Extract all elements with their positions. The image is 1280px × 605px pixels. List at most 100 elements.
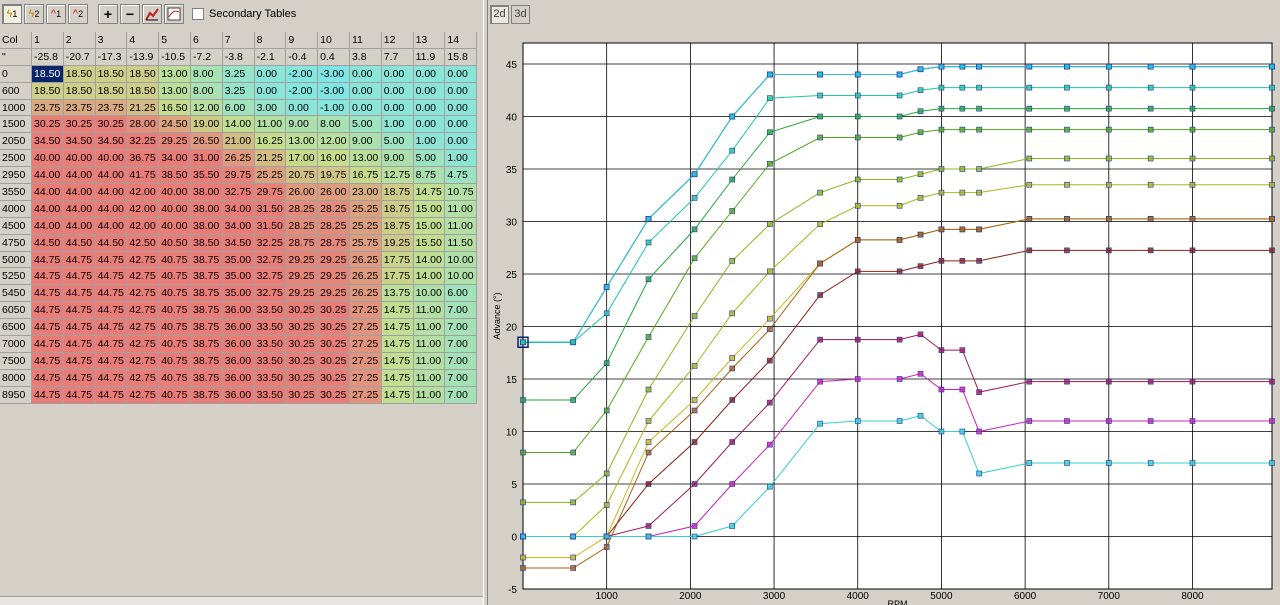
table-cell[interactable]: 11.00 <box>413 352 446 370</box>
table-cell[interactable]: 44.75 <box>95 336 128 353</box>
table-cell[interactable]: 23.00 <box>349 184 382 201</box>
table-cell[interactable]: 14.00 <box>222 116 255 134</box>
table-cell[interactable]: 25.25 <box>349 217 382 235</box>
row-header[interactable]: 0 <box>0 65 32 83</box>
table-cell[interactable]: 42.00 <box>127 184 160 201</box>
table-cell[interactable]: 33.50 <box>254 302 287 320</box>
table-cell[interactable]: 42.75 <box>127 268 160 286</box>
column-header[interactable]: 6 <box>190 32 223 49</box>
table-cell[interactable]: 29.25 <box>286 251 319 269</box>
table-cell[interactable]: 29.75 <box>222 167 255 185</box>
table-cell[interactable]: 19.25 <box>381 234 414 252</box>
table-cell[interactable]: 36.00 <box>222 369 255 387</box>
table-cell[interactable]: 36.75 <box>127 150 160 168</box>
column-header[interactable]: 8 <box>254 32 287 49</box>
remove-button[interactable]: − <box>120 4 140 24</box>
table-cell[interactable]: 7.00 <box>445 319 478 337</box>
table-cell[interactable]: 14.00 <box>413 251 446 269</box>
table-cell[interactable]: 44.75 <box>32 386 64 404</box>
table-cell[interactable]: 34.50 <box>32 133 64 151</box>
row-header[interactable]: 5000 <box>0 251 32 269</box>
table-cell[interactable]: 40.75 <box>159 386 191 404</box>
table-cell[interactable]: 26.50 <box>190 133 223 151</box>
table-cell[interactable]: 18.75 <box>381 184 414 201</box>
table-cell[interactable]: 44.00 <box>63 200 96 218</box>
table-cell[interactable]: 44.50 <box>32 234 64 252</box>
table-cell[interactable]: 44.50 <box>63 234 96 252</box>
table-cell[interactable]: 11.00 <box>254 116 287 134</box>
table-cell[interactable]: 7.00 <box>445 302 478 320</box>
table-cell[interactable]: 42.75 <box>127 285 160 303</box>
table-cell[interactable]: 30.25 <box>63 116 96 134</box>
column-value[interactable]: -0.4 <box>286 48 319 66</box>
table-cell[interactable]: 27.25 <box>349 336 382 353</box>
table-cell[interactable]: 17.00 <box>286 150 319 168</box>
table-cell[interactable]: 44.75 <box>63 336 96 353</box>
table-cell[interactable]: 40.50 <box>159 234 191 252</box>
table-cell[interactable]: 30.25 <box>286 369 319 387</box>
table-cell[interactable]: 20.75 <box>286 167 319 185</box>
table-cell[interactable]: 30.25 <box>318 369 350 387</box>
table-cell[interactable]: 14.75 <box>381 302 414 320</box>
table-cell[interactable]: 30.25 <box>95 116 128 134</box>
table-cell[interactable]: 33.50 <box>254 369 287 387</box>
table-cell[interactable]: 21.00 <box>222 133 255 151</box>
table-cell[interactable]: 11.50 <box>445 234 478 252</box>
table-cell[interactable]: 30.25 <box>286 319 319 337</box>
row-header[interactable]: 4500 <box>0 217 32 235</box>
table-cell[interactable]: 3.25 <box>222 65 255 83</box>
table-cell[interactable]: 0.00 <box>286 99 319 117</box>
checkbox-box[interactable] <box>192 8 204 20</box>
row-header[interactable]: 2050 <box>0 133 32 151</box>
table-cell[interactable]: 33.50 <box>254 386 287 404</box>
table-cell[interactable]: 28.75 <box>286 234 319 252</box>
table-cell[interactable]: 44.75 <box>32 251 64 269</box>
column-value[interactable]: -20.7 <box>63 48 96 66</box>
table-cell[interactable]: 42.75 <box>127 302 160 320</box>
table-cell[interactable]: 12.00 <box>318 133 350 151</box>
table-cell[interactable]: 25.25 <box>349 200 382 218</box>
table-cell[interactable]: 18.50 <box>127 82 160 100</box>
table1-button[interactable]: ϟ1 <box>2 4 22 24</box>
table-cell[interactable]: 25.75 <box>349 234 382 252</box>
table-cell[interactable]: 32.75 <box>254 251 287 269</box>
tab-2d[interactable]: 2d <box>490 5 509 24</box>
table-cell[interactable]: 40.75 <box>159 285 191 303</box>
table-cell[interactable]: 44.00 <box>95 200 128 218</box>
table-cell[interactable]: 21.25 <box>127 99 160 117</box>
chart2-button[interactable]: ^ 2 <box>68 4 88 24</box>
table-cell[interactable]: 0.00 <box>381 65 414 83</box>
table-cell[interactable]: 18.50 <box>63 65 96 83</box>
table-cell[interactable]: 11.00 <box>413 369 446 387</box>
table-cell[interactable]: 23.75 <box>32 99 64 117</box>
tab-3d[interactable]: 3d <box>511 5 530 24</box>
table-cell[interactable]: -3.00 <box>318 82 350 100</box>
table-cell[interactable]: 34.00 <box>222 217 255 235</box>
table-cell[interactable]: 8.00 <box>190 82 223 100</box>
column-value[interactable]: -25.8 <box>32 48 64 66</box>
table-cell[interactable]: 11.00 <box>445 200 478 218</box>
table-cell[interactable]: 33.50 <box>254 336 287 353</box>
table-cell[interactable]: 40.00 <box>95 150 128 168</box>
table-cell[interactable]: 13.00 <box>349 150 382 168</box>
row-header[interactable]: 1000 <box>0 99 32 117</box>
table-cell[interactable]: 26.00 <box>286 184 319 201</box>
table-cell[interactable]: 29.25 <box>159 133 191 151</box>
table-cell[interactable]: 6.00 <box>222 99 255 117</box>
row-header[interactable]: 3550 <box>0 184 32 201</box>
table-cell[interactable]: 10.00 <box>413 285 446 303</box>
column-value[interactable]: -10.5 <box>159 48 191 66</box>
table-cell[interactable]: 27.25 <box>349 302 382 320</box>
table-cell[interactable]: 40.75 <box>159 319 191 337</box>
table-cell[interactable]: 0.00 <box>445 82 478 100</box>
row-header[interactable]: 2950 <box>0 167 32 185</box>
table-cell[interactable]: 26.25 <box>349 285 382 303</box>
table-cell[interactable]: 34.50 <box>95 133 128 151</box>
table-cell[interactable]: 44.00 <box>63 217 96 235</box>
table-cell[interactable]: 6.00 <box>445 285 478 303</box>
table-cell[interactable]: 26.00 <box>318 184 350 201</box>
table-cell[interactable]: 24.50 <box>159 116 191 134</box>
column-value[interactable]: -17.3 <box>95 48 128 66</box>
row-header[interactable]: 600 <box>0 82 32 100</box>
table-cell[interactable]: 0.00 <box>445 116 478 134</box>
